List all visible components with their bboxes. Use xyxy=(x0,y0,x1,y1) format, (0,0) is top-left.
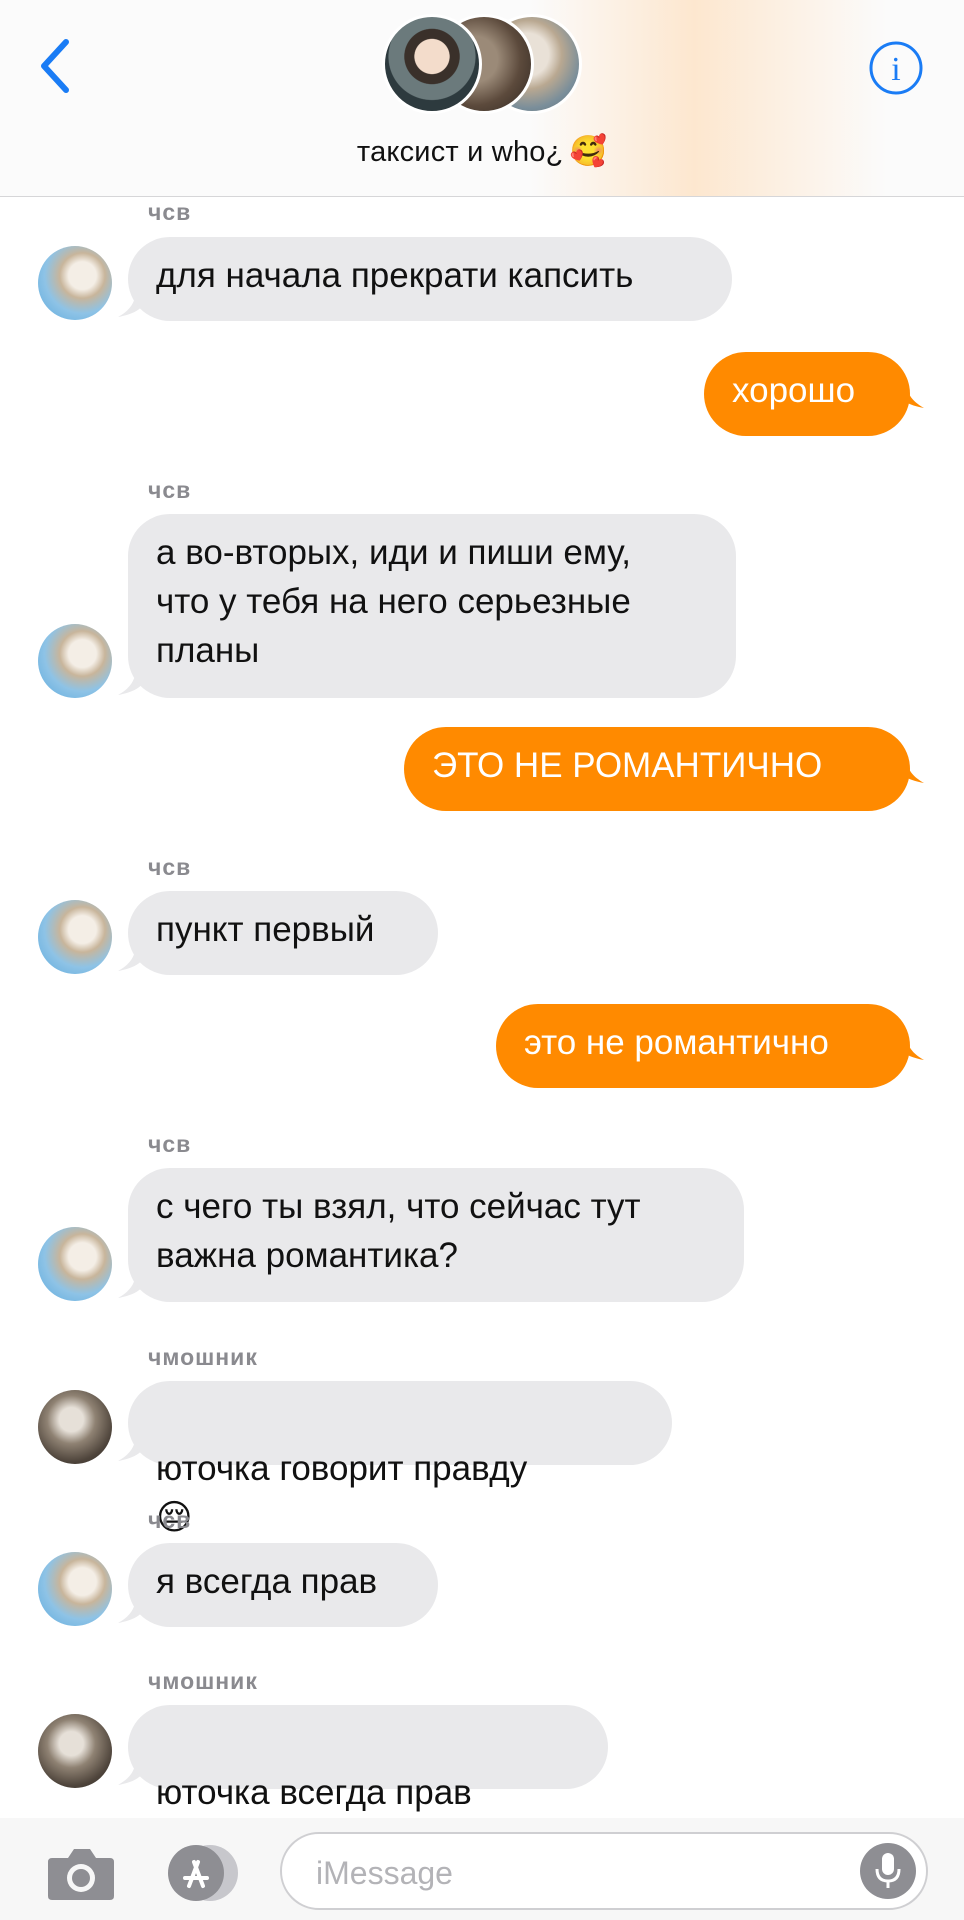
sender-avatar[interactable] xyxy=(38,1390,112,1464)
sender-name: чсв xyxy=(148,477,192,503)
sender-avatar[interactable] xyxy=(38,624,112,698)
svg-text:i: i xyxy=(891,51,900,88)
microphone-button[interactable] xyxy=(860,1843,916,1899)
sender-avatar[interactable] xyxy=(38,1227,112,1301)
message-bubble-outgoing[interactable]: ЭТО НЕ РОМАНТИЧНО xyxy=(404,727,910,811)
message-bubble-incoming[interactable]: для начала прекрати капсить xyxy=(128,237,732,321)
message-bubble-incoming[interactable]: пункт первый xyxy=(128,891,438,975)
group-title[interactable]: таксист и who¿ 🥰 xyxy=(0,134,964,169)
message-bubble-incoming[interactable]: юточка всегда прав 😔 xyxy=(128,1705,608,1861)
sender-name: чсв xyxy=(148,1507,192,1533)
group-title-text: таксист и who¿ xyxy=(356,136,564,168)
app-store-button[interactable] xyxy=(160,1842,244,1904)
message-input[interactable] xyxy=(314,1850,838,1896)
message-field[interactable] xyxy=(280,1832,928,1910)
sender-name: чмошник xyxy=(148,1344,258,1370)
message-bubble-outgoing[interactable]: это не романтично xyxy=(496,1004,910,1088)
message-bubble-outgoing[interactable]: хорошо xyxy=(704,352,910,436)
back-button[interactable] xyxy=(30,36,80,96)
conversation-header: таксист и who¿ 🥰 i xyxy=(0,0,964,197)
camera-button[interactable] xyxy=(46,1844,116,1902)
message-bubble-incoming[interactable]: юточка говорит правду 😔 xyxy=(128,1381,672,1537)
message-bubble-incoming[interactable]: а во-вторых, иди и пиши ему, что у тебя … xyxy=(128,514,736,698)
sender-avatar[interactable] xyxy=(38,900,112,974)
camera-icon xyxy=(48,1849,114,1900)
compose-bar xyxy=(0,1818,964,1920)
sender-avatar[interactable] xyxy=(38,246,112,320)
info-icon: i xyxy=(869,41,923,95)
group-member-avatar xyxy=(382,14,482,114)
message-text: юточка говорит правду xyxy=(156,1449,528,1488)
microphone-icon xyxy=(875,1853,901,1888)
chevron-left-icon xyxy=(41,39,69,93)
message-text: юточка всегда прав xyxy=(156,1773,472,1812)
info-button[interactable]: i xyxy=(868,40,924,96)
message-bubble-incoming[interactable]: с чего ты взял, что сейчас тут важна ром… xyxy=(128,1168,744,1302)
group-title-emoji: 🥰 xyxy=(569,135,608,168)
message-bubble-incoming[interactable]: я всегда прав xyxy=(128,1543,438,1627)
sender-name: чмошник xyxy=(148,1668,258,1694)
sender-name: чсв xyxy=(148,854,192,880)
sender-avatar[interactable] xyxy=(38,1552,112,1626)
sender-avatar[interactable] xyxy=(38,1714,112,1788)
app-store-icon xyxy=(168,1845,238,1901)
group-avatar-stack[interactable] xyxy=(382,14,602,116)
message-list[interactable]: чсв для начала прекрати капсить хорошо ч… xyxy=(0,197,964,1861)
sender-name: чсв xyxy=(148,1131,192,1157)
sender-name: чсв xyxy=(148,199,192,225)
